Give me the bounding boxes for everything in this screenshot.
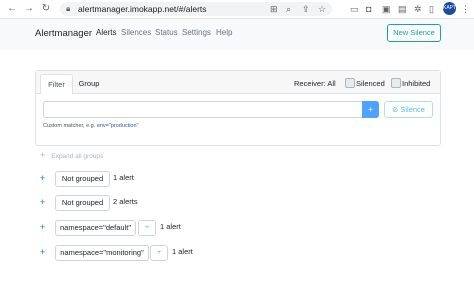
new-silence-button[interactable]: New Silence (387, 24, 441, 42)
expand-all-groups[interactable]: + Expand all groups (40, 150, 103, 160)
expand-group-icon[interactable]: + (40, 171, 45, 185)
camera-icon[interactable]: ◘ (366, 3, 371, 15)
extension-icon[interactable]: ▤ (398, 3, 407, 15)
alert-count: 2 alerts (113, 197, 138, 206)
silenced-checkbox[interactable] (345, 78, 355, 88)
filter-card: Filter Group Receiver: All Silenced Inhi… (35, 70, 441, 146)
hint-example: env="production" (96, 123, 139, 129)
nav-status[interactable]: Status (155, 28, 178, 37)
avatar[interactable]: KAPT (443, 2, 456, 15)
silence-label: Silence (400, 105, 425, 114)
tab-filter[interactable]: Filter (40, 74, 73, 94)
puzzle-icon[interactable]: ✲ (414, 3, 422, 15)
nav-alerts[interactable]: Alerts (96, 28, 116, 37)
expand-group-icon[interactable]: + (40, 245, 45, 259)
hint-text: Custom matcher, e.g. (43, 123, 96, 129)
menu-icon[interactable]: ⋮ (461, 3, 470, 15)
alert-count: 1 alert (172, 247, 193, 256)
group-label[interactable]: namespace="default" (55, 220, 136, 236)
sidebar-icon[interactable]: ▯ (429, 3, 434, 15)
alert-group: + Not grouped 2 alerts (0, 195, 474, 213)
alert-count: 1 alert (160, 222, 181, 231)
translate-icon[interactable]: ⊞ (270, 3, 278, 15)
nav-silences[interactable]: Silences (121, 28, 151, 37)
alert-group: + namespace="default" + 1 alert (0, 220, 474, 238)
add-filter-button[interactable]: + (138, 220, 156, 236)
plus-icon: + (40, 150, 46, 160)
alert-count: 1 alert (113, 173, 134, 182)
silenced-label: Silenced (356, 79, 385, 88)
url-text[interactable]: alertmanager.imokapp.net/#/alerts (78, 3, 207, 15)
receiver-select[interactable]: Receiver: All (294, 79, 336, 88)
group-label[interactable]: Not grouped (55, 195, 110, 211)
matcher-input[interactable] (43, 101, 363, 118)
silence-button[interactable]: ⊘ Silence (384, 101, 433, 118)
address-bar[interactable]: 🔒︎ alertmanager.imokapp.net/#/alerts ⊞ ⌕… (60, 2, 332, 16)
matcher-hint: Custom matcher, e.g. env="production" (43, 123, 138, 129)
group-label[interactable]: Not grouped (55, 171, 110, 187)
card-header: Filter Group Receiver: All Silenced Inhi… (36, 71, 440, 94)
zoom-icon[interactable]: ⌕ (286, 3, 291, 15)
inhibited-label: Inhibited (402, 79, 431, 88)
expand-all-label: Expand all groups (51, 153, 104, 160)
forward-icon[interactable]: → (23, 2, 35, 15)
alert-group: + namespace="monitoring" + 1 alert (0, 245, 474, 263)
add-filter-button[interactable]: + (150, 245, 168, 261)
tab-group[interactable]: Group (76, 74, 102, 93)
inhibited-checkbox[interactable] (391, 78, 401, 88)
nav-help[interactable]: Help (216, 28, 232, 37)
alert-group: + Not grouped 1 alert (0, 171, 474, 189)
share-icon[interactable]: ⇪ (302, 3, 310, 15)
expand-group-icon[interactable]: + (40, 220, 45, 234)
extension-icon[interactable]: ▭ (350, 3, 359, 15)
add-matcher-button[interactable]: + (362, 101, 379, 118)
lock-icon: 🔒︎ (66, 4, 71, 13)
bookmark-star-icon[interactable]: ☆ (318, 3, 326, 15)
expand-group-icon[interactable]: + (40, 195, 45, 209)
reload-icon[interactable]: ↻ (40, 2, 52, 15)
group-label[interactable]: namespace="monitoring" (55, 245, 149, 261)
brand[interactable]: Alertmanager (35, 28, 92, 39)
back-icon[interactable]: ← (6, 2, 18, 15)
extension-icon[interactable]: ▣ (382, 3, 391, 15)
browser-toolbar: ← → ↻ 🔒︎ alertmanager.imokapp.net/#/aler… (0, 0, 474, 19)
nav-settings[interactable]: Settings (182, 28, 211, 37)
